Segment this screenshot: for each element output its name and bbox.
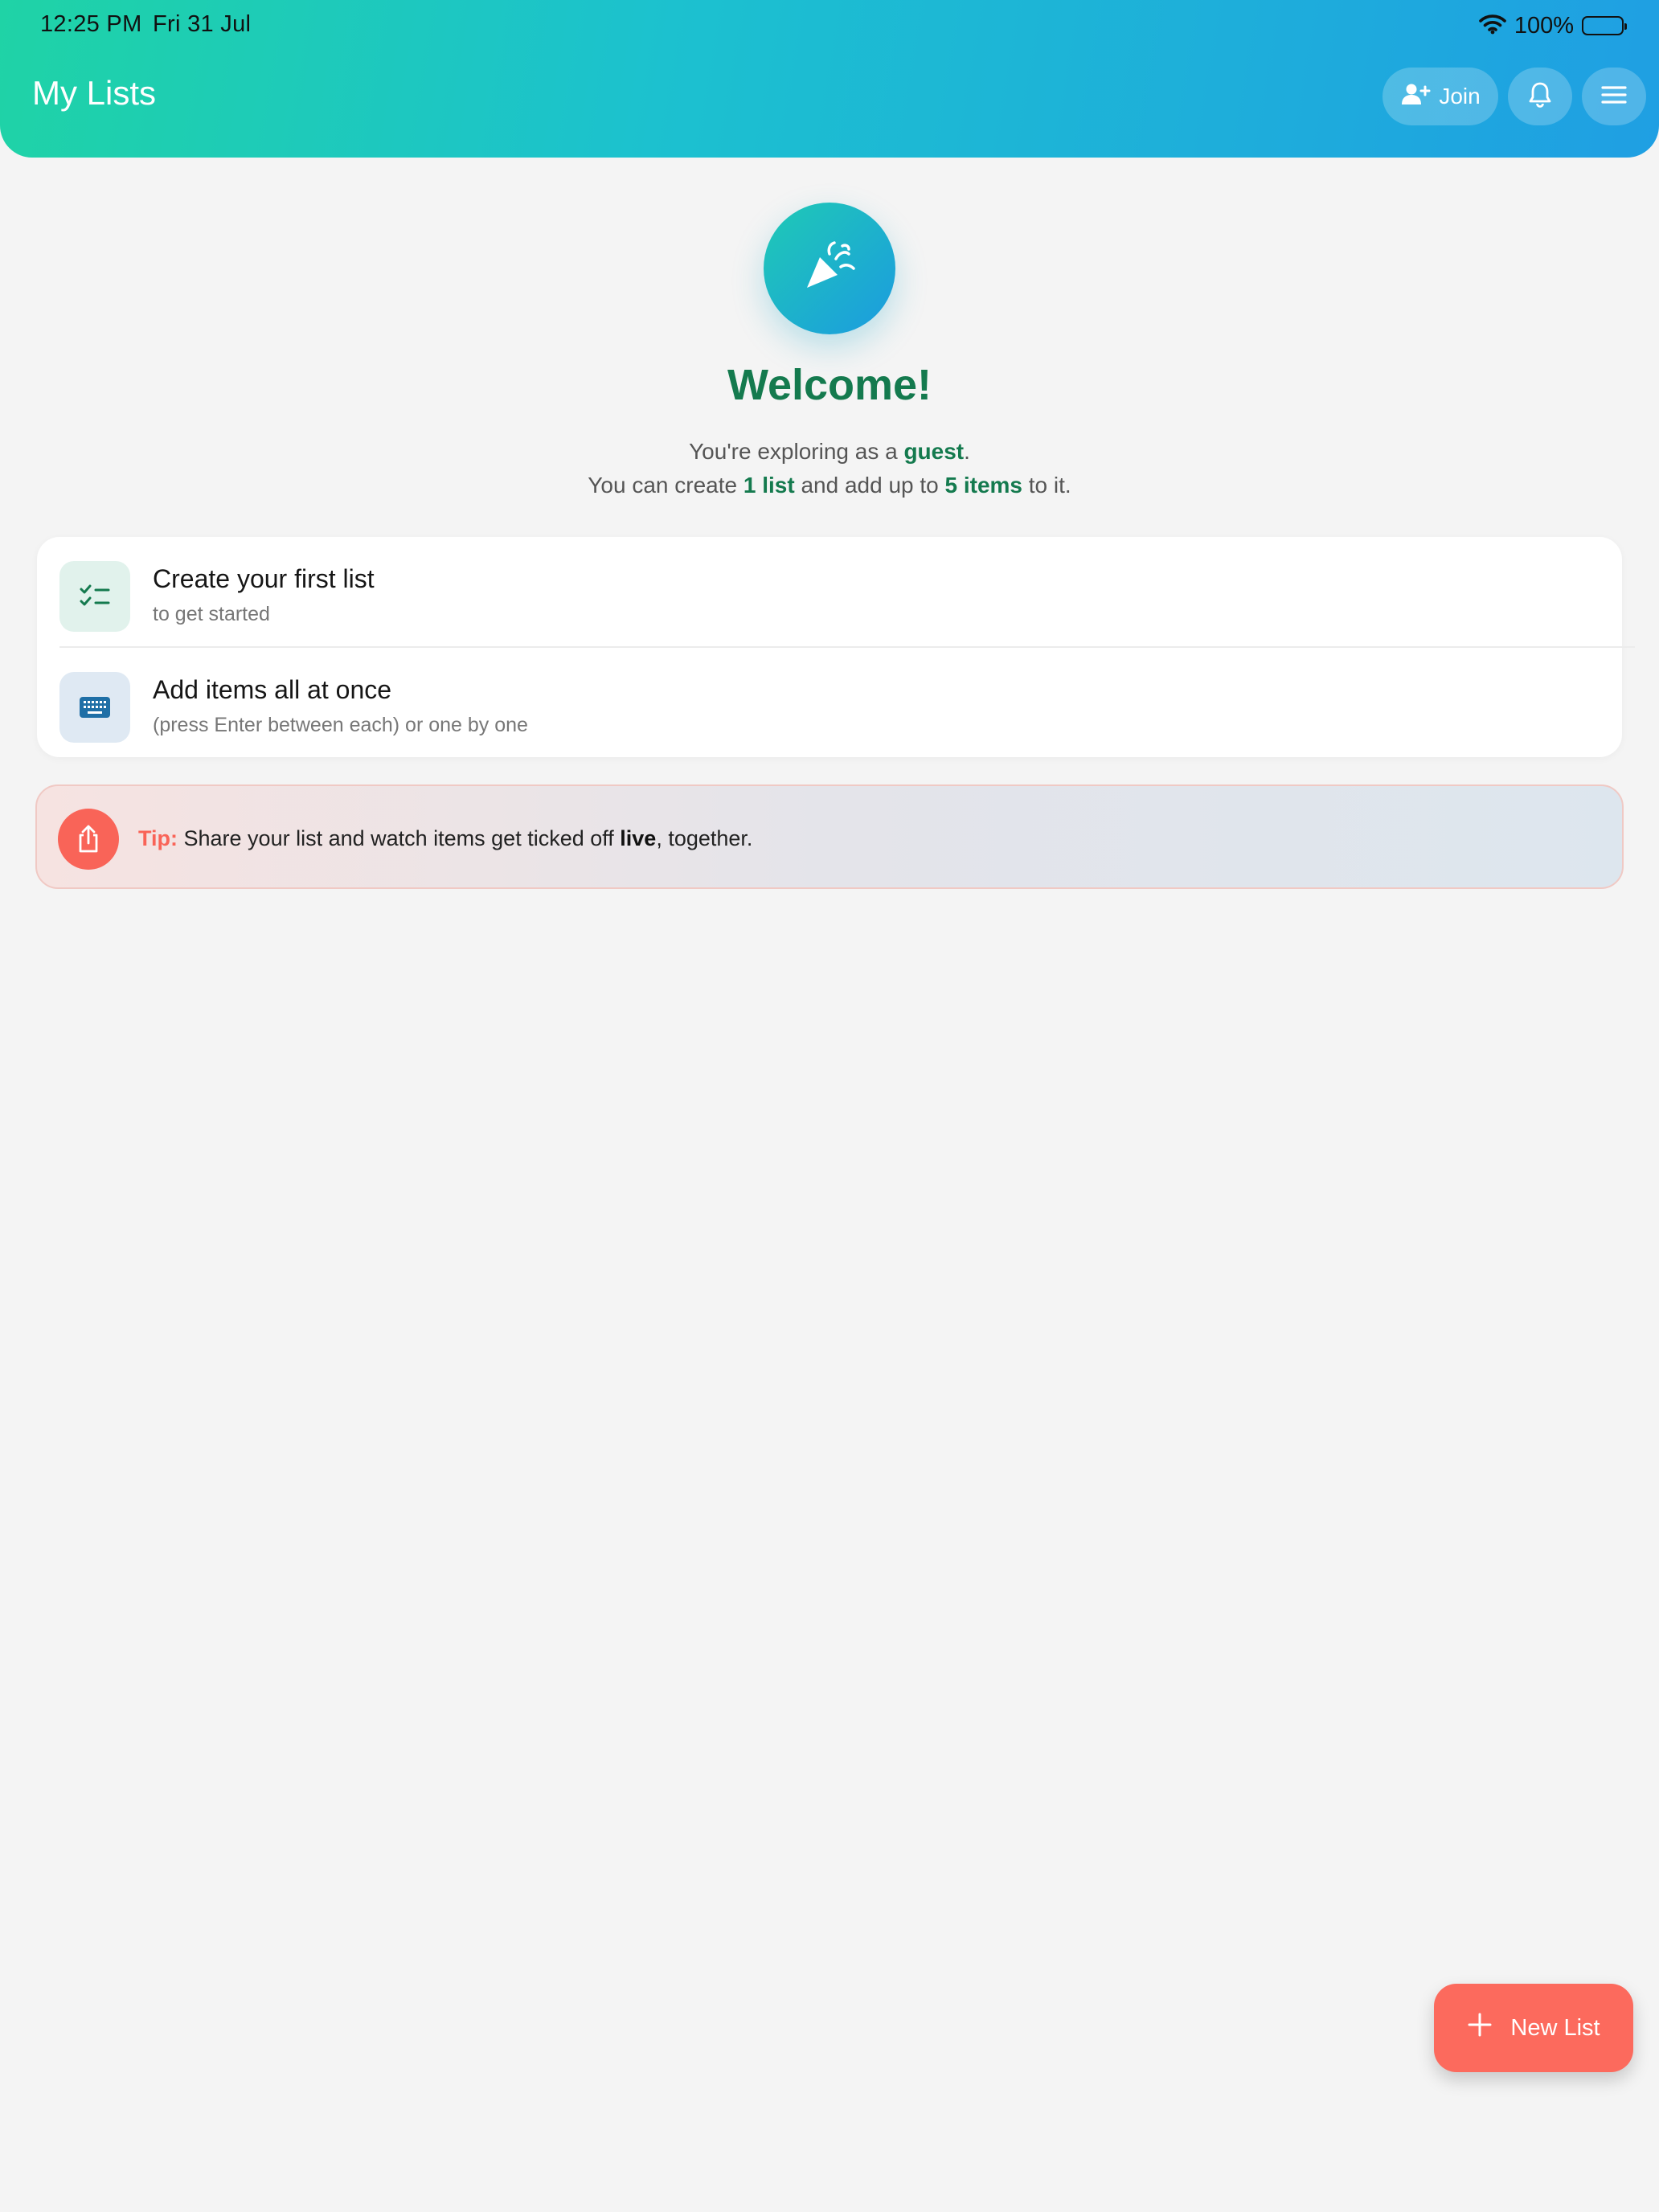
menu-icon <box>1601 84 1627 109</box>
guest-info-line: You're exploring as a guest. <box>689 439 970 464</box>
divider <box>59 646 1635 648</box>
guest-highlight: guest <box>903 439 965 464</box>
status-date: Fri 31 Jul <box>153 11 252 37</box>
feature-bulk-add: Add items all at once (press Enter betwe… <box>59 667 1600 748</box>
getting-started-card: Create your first list to get started Ad… <box>37 537 1635 757</box>
page-title: My Lists <box>32 74 157 112</box>
tip-label: Tip: <box>138 826 178 850</box>
battery-percentage: 100% <box>1514 12 1574 39</box>
status-indicators: 100% <box>1479 11 1627 40</box>
checklist-icon <box>59 561 130 632</box>
new-list-label: New List <box>1510 2014 1600 2041</box>
welcome-title: Welcome! <box>727 361 932 409</box>
keyboard-icon <box>59 672 130 743</box>
guest-limits-line: You can create 1 list and add up to 5 it… <box>588 473 1071 498</box>
tip-text: Tip: Share your list and watch items get… <box>138 826 753 850</box>
bell-icon <box>1528 81 1552 113</box>
feature-subtitle: (press Enter between each) or one by one <box>153 714 528 736</box>
add-user-icon <box>1400 82 1431 112</box>
feature-title: Create your first list <box>153 564 375 593</box>
app-header: 12:25 PM Fri 31 Jul 100% My Lists Join <box>0 0 1659 158</box>
feature-create-list: Create your first list to get started <box>59 556 1600 637</box>
feature-title: Add items all at once <box>153 675 392 704</box>
tip-highlight: live <box>620 826 657 850</box>
join-button[interactable]: Join <box>1382 68 1498 125</box>
welcome-badge <box>764 203 895 334</box>
new-list-button[interactable]: New List <box>1434 1984 1633 2072</box>
feature-subtitle: to get started <box>153 603 270 625</box>
list-limit: 1 list <box>743 473 795 498</box>
party-popper-icon <box>797 235 862 303</box>
plus-icon <box>1467 2012 1493 2044</box>
menu-button[interactable] <box>1582 68 1646 125</box>
status-time: 12:25 PM <box>40 11 142 37</box>
wifi-icon <box>1479 14 1506 39</box>
battery-icon <box>1582 16 1627 35</box>
notifications-button[interactable] <box>1508 68 1572 125</box>
item-limit: 5 items <box>944 473 1023 498</box>
share-icon <box>58 809 119 870</box>
tip-banner: Tip: Share your list and watch items get… <box>35 784 1624 889</box>
join-label: Join <box>1439 84 1481 109</box>
